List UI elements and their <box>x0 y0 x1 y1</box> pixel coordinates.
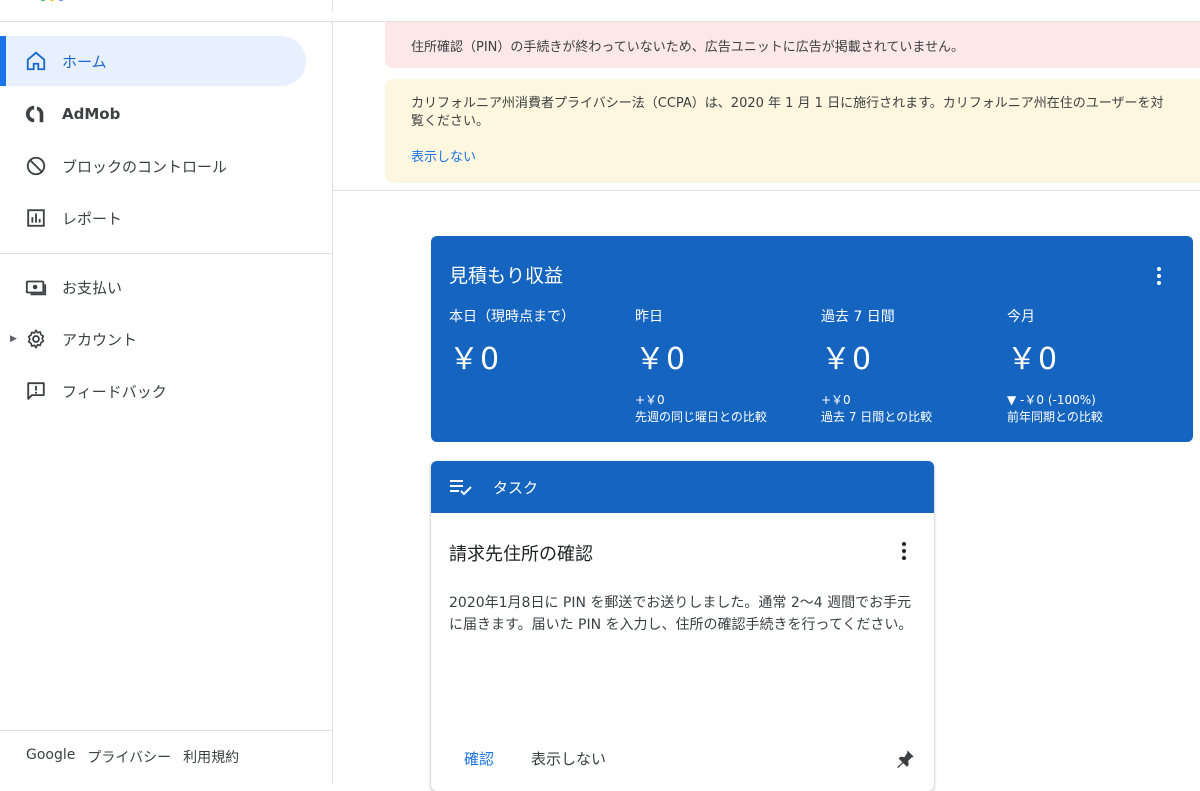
earnings-card: 見積もり収益 本日（現時点まで） ￥0 昨日 ￥0 +￥0 先週の同じ曜日との比… <box>431 236 1193 442</box>
sidebar-footer: Google プライバシー 利用規約 <box>26 747 239 767</box>
top-app-bar <box>0 0 1200 22</box>
earnings-compare: 過去 7 日間との比較 <box>821 410 933 424</box>
earnings-delta: +￥0 <box>635 393 665 407</box>
earnings-value: ￥0 <box>635 342 687 377</box>
sidebar-divider <box>0 253 333 254</box>
home-icon <box>24 49 48 73</box>
sidebar-item-label: お支払い <box>62 278 123 297</box>
ccpa-banner: カリフォルニア州消費者プライバシー法（CCPA）は、2020 年 1 月 1 日… <box>385 79 1200 183</box>
ccpa-text: カリフォルニア州消費者プライバシー法（CCPA）は、2020 年 1 月 1 日… <box>411 96 1164 111</box>
section-divider <box>333 190 1200 191</box>
earnings-yesterday: 昨日 ￥0 +￥0 先週の同じ曜日との比較 <box>635 306 821 426</box>
more-vert-icon[interactable] <box>1147 264 1171 288</box>
earnings-last-7-days: 過去 7 日間 ￥0 +￥0 過去 7 日間との比較 <box>821 306 1007 426</box>
earnings-today: 本日（現時点まで） ￥0 <box>449 306 635 378</box>
header-divider <box>332 0 333 12</box>
sidebar-item-home[interactable]: ホーム <box>0 36 306 86</box>
sidebar-item-account[interactable]: ▶ アカウント <box>0 314 306 364</box>
privacy-link[interactable]: プライバシー <box>87 747 171 767</box>
earnings-compare: 先週の同じ曜日との比較 <box>635 410 767 424</box>
sidebar-item-feedback[interactable]: フィードバック <box>0 366 306 416</box>
earnings-heading: 過去 7 日間 <box>821 309 895 325</box>
earnings-heading: 本日（現時点まで） <box>449 309 575 325</box>
feedback-icon <box>24 379 48 403</box>
sidebar-footer-divider <box>0 730 333 731</box>
sidebar-item-block-controls[interactable]: ブロックのコントロール <box>0 141 306 191</box>
google-link[interactable]: Google <box>26 747 75 767</box>
earnings-delta: +￥0 <box>821 393 851 407</box>
earnings-title: 見積もり収益 <box>449 265 564 287</box>
dismiss-button[interactable]: 表示しない <box>531 748 606 769</box>
sidebar-item-label: ブロックのコントロール <box>62 157 228 176</box>
confirm-button[interactable]: 確認 <box>464 748 494 769</box>
task-body: 2020年1月8日に PIN を郵送でお送りしました。通常 2〜4 週間でお手元… <box>449 595 913 633</box>
ccpa-dismiss-link[interactable]: 表示しない <box>411 149 476 167</box>
earnings-delta: ▼ -￥0 (-100%) <box>1007 393 1096 407</box>
payments-icon <box>24 275 48 299</box>
sidebar-item-label: レポート <box>62 209 123 228</box>
task-header: タスク <box>431 461 934 513</box>
gear-icon <box>24 327 48 351</box>
earnings-heading: 今月 <box>1007 309 1035 325</box>
earnings-value: ￥0 <box>1007 342 1059 377</box>
sidebar: ホーム AdMob ブロックのコントロール レポート お支払い ▶ アカウント <box>0 22 333 783</box>
sidebar-item-label: アカウント <box>62 330 138 349</box>
main-content: 住所確認（PIN）の手続きが終わっていないため、広告ユニットに広告が掲載されてい… <box>333 22 1200 791</box>
pin-warning-banner: 住所確認（PIN）の手続きが終わっていないため、広告ユニットに広告が掲載されてい… <box>385 22 1200 68</box>
ccpa-text-continued: 覧ください。 <box>411 114 490 129</box>
logo <box>40 0 200 6</box>
checklist-icon <box>448 476 474 502</box>
admob-icon <box>24 102 48 126</box>
terms-link[interactable]: 利用規約 <box>183 747 239 767</box>
sidebar-item-reports[interactable]: レポート <box>0 193 306 243</box>
pin-icon[interactable] <box>894 748 916 770</box>
earnings-heading: 昨日 <box>635 309 663 325</box>
sidebar-item-payments[interactable]: お支払い <box>0 262 306 312</box>
more-vert-icon[interactable] <box>892 539 916 563</box>
task-card: タスク 請求先住所の確認 2020年1月8日に PIN を郵送でお送りしました。… <box>431 461 934 791</box>
block-icon <box>24 154 48 178</box>
report-icon <box>24 206 48 230</box>
sidebar-item-admob[interactable]: AdMob <box>0 89 306 139</box>
earnings-value: ￥0 <box>821 342 873 377</box>
task-header-label: タスク <box>493 479 539 497</box>
sidebar-item-label: ホーム <box>62 52 107 71</box>
expand-arrow-icon[interactable]: ▶ <box>10 334 17 344</box>
pin-warning-text: 住所確認（PIN）の手続きが終わっていないため、広告ユニットに広告が掲載されてい… <box>411 40 964 55</box>
earnings-value: ￥0 <box>449 342 501 377</box>
earnings-compare: 前年同期との比較 <box>1007 410 1103 424</box>
earnings-this-month: 今月 ￥0 ▼ -￥0 (-100%) 前年同期との比較 <box>1007 306 1193 426</box>
task-title: 請求先住所の確認 <box>449 544 593 565</box>
sidebar-item-label: フィードバック <box>62 382 167 401</box>
sidebar-item-label: AdMob <box>62 105 121 123</box>
